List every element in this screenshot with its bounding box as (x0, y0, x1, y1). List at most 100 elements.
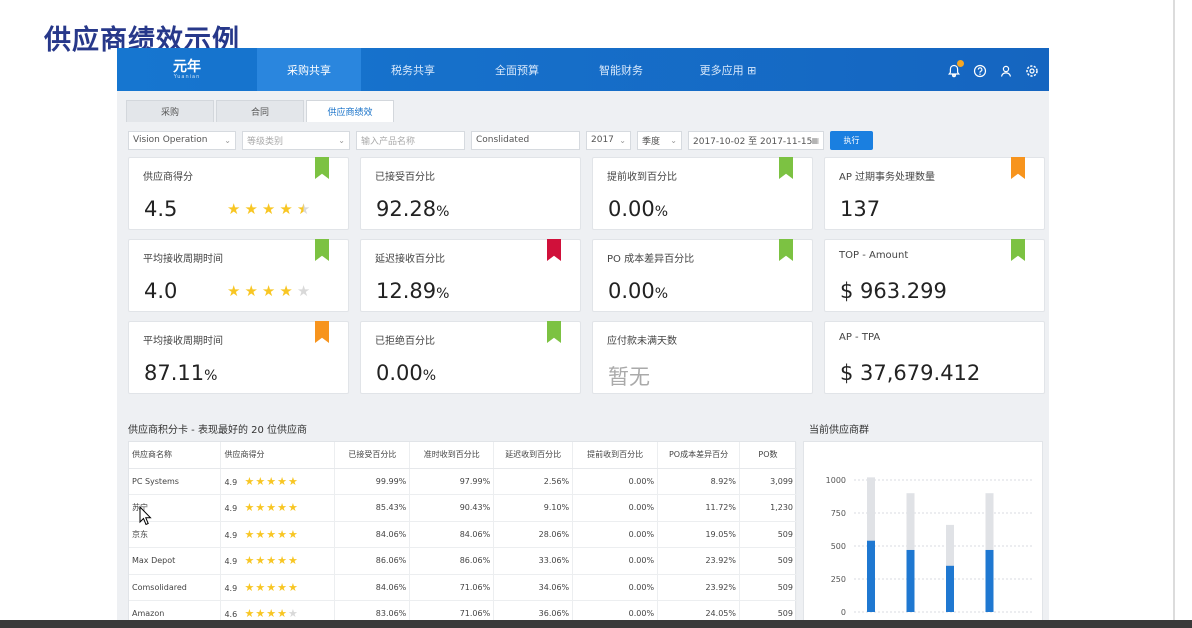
star-icon: ★ (277, 501, 287, 515)
bookmark-flag-icon (779, 157, 793, 179)
user-icon[interactable] (999, 63, 1013, 77)
window-edge (1173, 0, 1175, 620)
cell-early: 0.00% (572, 468, 659, 495)
date-range-input[interactable]: 2017-10-02 至 2017-11-15 ▦ (688, 130, 824, 150)
y-tick-label: 750 (831, 509, 846, 518)
nav-item-procurement[interactable]: 采购共享 (257, 48, 361, 91)
score-value: 4.9 (224, 530, 238, 540)
kpi-card[interactable]: 应付款未满天数 暂无 (592, 321, 813, 394)
cell-ontime: 71.06% (409, 600, 495, 620)
cell-early: 0.00% (572, 494, 659, 522)
product-input[interactable]: 输入产品名称 (356, 130, 465, 150)
cell-accepted: 86.06% (334, 547, 411, 575)
star-icon: ★ (287, 554, 298, 568)
settings-icon[interactable] (1025, 63, 1039, 77)
kpi-label: 提前收到百分比 (607, 172, 677, 183)
table-row[interactable]: PC Systems 4.9 ★★★★★ 99.99% 97.99% 2.56% 0.00%… (129, 468, 798, 495)
period-select[interactable]: 季度 ⌄ (637, 130, 682, 150)
kpi-card[interactable]: AP - TPA $ 37,679.412 (824, 321, 1045, 394)
cell-cost-diff: 24.05% (657, 600, 740, 620)
col-header-po-count[interactable]: PO数 (739, 442, 798, 469)
scorecard-table-body: PC Systems 4.9 ★★★★★ 99.99% 97.99% 2.56% 0.00%… (129, 468, 798, 620)
kpi-card[interactable]: PO 成本差异百分比 0.00% (592, 239, 813, 312)
cell-ontime: 71.06% (409, 574, 495, 601)
cell-late: 9.10% (493, 494, 574, 522)
col-header-late[interactable]: 延迟收到百分比 (493, 442, 574, 469)
bell-icon[interactable] (947, 59, 964, 77)
bookmark-flag-icon (315, 321, 329, 343)
app-window: 元年 Yuanian 采购共享 税务共享 全面预算 智能财务 更多应用 ⊞ 采购… (117, 48, 1049, 620)
org-select[interactable]: Vision Operation ⌄ (128, 130, 236, 150)
run-button[interactable]: 执行 (830, 130, 873, 150)
brand-logo[interactable]: 元年 Yuanian (117, 60, 257, 80)
star-icon: ★ (266, 580, 277, 594)
scenario-select[interactable]: Conslidated (471, 130, 580, 150)
bookmark-flag-icon (547, 321, 561, 343)
kpi-card[interactable]: AP 过期事务处理数量 137 (824, 157, 1045, 230)
section-tabs: 采购 合同 供应商绩效 (117, 100, 394, 122)
kpi-card[interactable]: TOP - Amount $ 963.299 (824, 239, 1045, 312)
y-tick-label: 250 (831, 575, 846, 584)
nav-item-more-apps[interactable]: 更多应用 ⊞ (673, 48, 783, 91)
nav-item-smart-finance[interactable]: 智能财务 (569, 48, 673, 91)
bar-value (867, 540, 875, 612)
kpi-value-number: 4.5 (144, 197, 178, 221)
kpi-value-number: 0.00 (376, 361, 423, 385)
kpi-card[interactable]: 平均接收周期时间 87.11% (128, 321, 349, 394)
star-icon: ★ (266, 607, 277, 620)
cell-late: 2.56% (493, 468, 574, 495)
cell-supplier-name: Amazon (129, 600, 222, 620)
tab-procurement[interactable]: 采购 (126, 100, 214, 122)
cell-early: 0.00% (572, 574, 659, 601)
star-icon: ★ (266, 554, 277, 568)
table-row[interactable]: 苏宁4.9★★★★★85.43%90.43%9.10%0.00%11.72%1,… (129, 494, 798, 522)
table-row[interactable]: 京东 4.9 ★★★★★ 84.06% 84.06% 28.06% 0.00% 19.05% 5… (129, 521, 798, 548)
nav-item-budget[interactable]: 全面预算 (465, 48, 569, 91)
year-select[interactable]: 2017 ⌄ (586, 130, 631, 150)
cell-early: 0.00% (572, 600, 659, 620)
kpi-label: PO 成本差异百分比 (607, 254, 695, 265)
table-row[interactable]: Comsolidared 4.9 ★★★★★ 84.06% 71.06% 34.06% 0.… (129, 574, 798, 601)
product-input-placeholder: 输入产品名称 (361, 136, 416, 147)
col-header-early[interactable]: 提前收到百分比 (572, 442, 659, 469)
score-value: 4.6 (224, 610, 238, 620)
table-row[interactable]: Amazon 4.6 ★★★★★ 83.06% 71.06% 36.06% 0.00% 24.… (129, 600, 798, 620)
tab-supplier-performance[interactable]: 供应商绩效 (306, 100, 394, 122)
cell-score: 4.9 ★★★★★ (220, 521, 336, 548)
chevron-down-icon: ⌄ (224, 135, 231, 145)
chevron-down-icon: ⌄ (619, 135, 626, 145)
kpi-card[interactable]: 延迟接收百分比 12.89% (360, 239, 581, 312)
kpi-label: 平均接收周期时间 (143, 254, 223, 265)
grade-select[interactable]: 等级类别 ⌄ (242, 130, 350, 150)
date-range-value: 2017-10-02 至 2017-11-15 (693, 136, 813, 147)
scorecard-table: 供应商名称 供应商得分 已接受百分比 准时收到百分比 延迟收到百分比 提前收到百… (129, 442, 798, 620)
kpi-value: 4.0 (144, 279, 177, 303)
tab-contract[interactable]: 合同 (216, 100, 304, 122)
cell-po-count: 509 (739, 521, 798, 548)
bookmark-flag-icon (547, 239, 561, 261)
horizontal-scrollbar[interactable] (0, 620, 1192, 628)
col-header-cost-diff[interactable]: PO成本差异百分 (657, 442, 740, 469)
bookmark-flag-icon (1011, 239, 1025, 261)
col-header-ontime[interactable]: 准时收到百分比 (409, 442, 495, 469)
cell-accepted: 83.06% (334, 600, 411, 620)
kpi-value-number: 4.0 (144, 279, 178, 303)
kpi-card[interactable]: 提前收到百分比 0.00% (592, 157, 813, 230)
kpi-card[interactable]: 已拒绝百分比 0.00% (360, 321, 581, 394)
star-icon: ★ (255, 607, 266, 620)
col-header-name[interactable]: 供应商名称 (129, 442, 222, 469)
score-value: 4.9 (224, 477, 238, 487)
nav-item-tax[interactable]: 税务共享 (361, 48, 465, 91)
col-header-accepted[interactable]: 已接受百分比 (334, 442, 411, 469)
kpi-value: 0.00% (608, 279, 668, 303)
kpi-card[interactable]: 平均接收周期时间 4.0 ★ ★ ★ ★ ★ (128, 239, 349, 312)
help-icon[interactable] (973, 63, 987, 77)
table-row[interactable]: Max Depot 4.9 ★★★★★ 86.06% 86.06% 33.06% 0.00%… (129, 547, 798, 575)
cell-cost-diff: 23.92% (657, 547, 740, 575)
cell-po-count: 1,230 (739, 494, 798, 522)
kpi-card[interactable]: 供应商得分 4.5 ★ ★ ★ ★ ★ (128, 157, 349, 230)
kpi-card[interactable]: 已接受百分比 92.28% (360, 157, 581, 230)
scenario-select-value: Conslidated (476, 135, 530, 145)
kpi-value: $ 37,679.412 (840, 361, 980, 385)
col-header-score[interactable]: 供应商得分 (220, 442, 336, 469)
